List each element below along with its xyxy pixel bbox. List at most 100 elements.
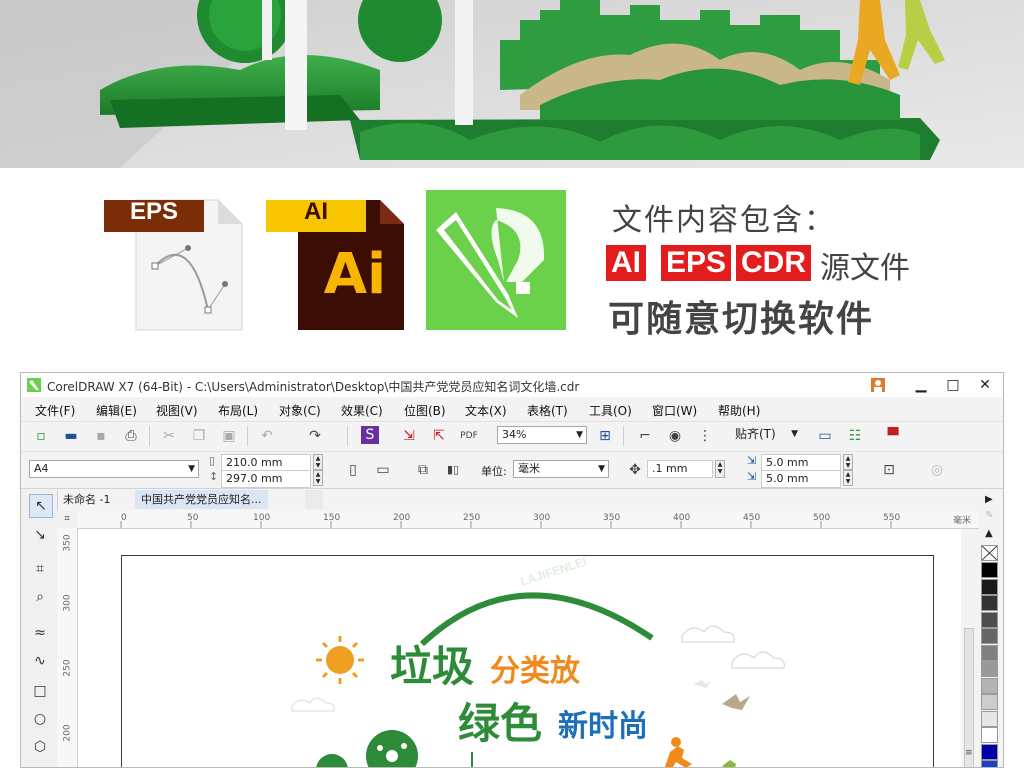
ellipse-tool-icon[interactable]: ○ (29, 708, 51, 730)
open-folder-icon[interactable]: ▬ (61, 426, 81, 446)
color-swatch[interactable] (981, 743, 998, 760)
quick-customize-icon[interactable]: ◎ (927, 460, 947, 480)
vertical-scrollbar[interactable]: ≡ (961, 628, 977, 767)
color-swatch[interactable] (981, 661, 998, 677)
ai-letters: Ai (323, 242, 387, 307)
close-button[interactable]: ✕ (971, 375, 999, 395)
freehand-tool-icon[interactable]: ≈ (29, 622, 51, 644)
color-swatch[interactable] (981, 644, 998, 661)
menu-help[interactable]: 帮助(H) (718, 402, 760, 419)
welcome-screen-icon[interactable]: ▭ (815, 426, 835, 446)
arc-text: LAJIFENLEI (519, 556, 589, 589)
color-swatch[interactable] (981, 628, 998, 644)
rectangle-tool-icon[interactable]: □ (29, 680, 51, 702)
publish-pdf-icon[interactable]: PDF (459, 426, 479, 446)
crop-tool-icon[interactable]: ⌗ (29, 558, 51, 580)
search-content-icon[interactable]: S (361, 426, 379, 444)
polygon-tool-icon[interactable]: ⬡ (29, 736, 51, 758)
copy-icon[interactable]: ❐ (189, 426, 209, 446)
tab-untitled[interactable]: 未命名 -1 (57, 490, 117, 509)
page-size-combo[interactable]: A4 ▼ (29, 460, 199, 478)
headline-line2-sub: 新时尚 (558, 709, 648, 744)
height-spinner[interactable]: ▲ ▼ (313, 470, 323, 486)
document-page[interactable]: LAJIFENLEI 垃圾 分类放 绿色 新时尚 (121, 554, 934, 767)
color-swatch[interactable] (981, 611, 998, 628)
runner-icon (665, 746, 692, 767)
portrait-icon[interactable]: ▯ (343, 460, 363, 480)
width-spinner[interactable]: ▲ ▼ (313, 454, 323, 470)
menu-layout[interactable]: 布局(L) (218, 402, 258, 419)
color-swatch[interactable] (981, 727, 998, 743)
print-icon[interactable]: ⎙ (121, 426, 141, 446)
save-icon[interactable]: ▪ (91, 426, 111, 446)
menu-view[interactable]: 视图(V) (156, 402, 198, 419)
docker-expand-icon[interactable]: ▶ (985, 494, 993, 505)
page-height-field[interactable]: 297.0 mm (221, 470, 311, 488)
snap-to-dropdown[interactable]: 贴齐(T) ▼ (731, 426, 801, 444)
paste-icon[interactable]: ▣ (219, 426, 239, 446)
export-icon[interactable]: ⇱ (429, 426, 449, 446)
color-swatch[interactable] (981, 595, 998, 611)
show-grid-icon[interactable]: ◉ (665, 426, 685, 446)
tab-new[interactable] (305, 490, 323, 509)
landscape-icon[interactable]: ▭ (373, 460, 393, 480)
options-icon[interactable]: ☷ (845, 426, 865, 446)
color-swatch[interactable] (981, 578, 998, 595)
menu-table[interactable]: 表格(T) (527, 402, 568, 419)
menu-tools[interactable]: 工具(O) (589, 402, 632, 419)
menu-file[interactable]: 文件(F) (35, 402, 75, 419)
menu-object[interactable]: 对象(C) (279, 402, 321, 419)
cut-icon[interactable]: ✂ (159, 426, 179, 446)
horizontal-ruler[interactable]: 0 50 100 150 200 250 300 350 400 450 500… (77, 511, 979, 529)
color-swatch[interactable] (981, 694, 998, 710)
coreldraw-icon (426, 190, 566, 330)
no-color-swatch[interactable] (981, 545, 998, 561)
color-swatch[interactable] (981, 677, 998, 694)
color-swatch[interactable] (981, 760, 998, 767)
duplicate-y-field[interactable]: 5.0 mm (761, 470, 841, 488)
menu-window[interactable]: 窗口(W) (652, 402, 697, 419)
artistic-media-icon[interactable]: ∿ (29, 650, 51, 672)
full-screen-icon[interactable]: ⊞ (595, 426, 615, 446)
scroll-lines-icon: ≡ (965, 748, 973, 758)
ai-tag: AI (304, 198, 328, 225)
current-page-icon[interactable]: ▮▯ (443, 460, 463, 480)
menu-effects[interactable]: 效果(C) (341, 402, 383, 419)
import-icon[interactable]: ⇲ (399, 426, 419, 446)
ruler-origin[interactable]: ⌗ (57, 511, 77, 528)
treat-as-filled-icon[interactable]: ⊡ (879, 460, 899, 480)
shape-tool-icon[interactable]: ↘ (29, 524, 51, 546)
menu-bitmap[interactable]: 位图(B) (404, 402, 446, 419)
undo-icon[interactable]: ↶ (257, 426, 277, 446)
tab-current-document[interactable]: 中国共产党党员应知名... (135, 490, 268, 509)
zoom-tool-icon[interactable]: ⌕ (29, 586, 51, 608)
all-pages-icon[interactable]: ⧉ (413, 460, 433, 480)
show-rulers-icon[interactable]: ⌐ (635, 426, 655, 446)
nudge-distance-field[interactable]: .1 mm (647, 460, 713, 478)
vertical-ruler[interactable]: 350 300 250 200 (57, 528, 78, 767)
cdr-badge: CDR (736, 245, 811, 281)
dup-y-spinner[interactable]: ▲ ▼ (843, 470, 853, 486)
maximize-button[interactable]: □ (939, 375, 967, 395)
dup-x-spinner[interactable]: ▲ ▼ (843, 454, 853, 470)
user-icon[interactable] (867, 375, 889, 395)
palette-scroll-up-icon[interactable]: ▲ (985, 528, 993, 539)
menu-text[interactable]: 文本(X) (465, 402, 507, 419)
sun-icon (316, 636, 364, 684)
menu-edit[interactable]: 编辑(E) (96, 402, 137, 419)
nudge-icon: ✥ (629, 462, 641, 478)
units-combo[interactable]: 毫米 ▼ (513, 460, 609, 478)
new-document-icon[interactable]: ▫ (31, 426, 51, 446)
minimize-button[interactable]: ▁ (907, 375, 935, 395)
color-swatch[interactable] (981, 710, 998, 727)
show-guidelines-icon[interactable]: ⋮ (695, 426, 715, 446)
headline-line1-main: 垃圾 (390, 642, 474, 691)
nudge-spinner[interactable]: ▲ ▼ (715, 460, 725, 478)
pick-tool-icon[interactable]: ↖ (29, 494, 53, 518)
color-swatch[interactable] (981, 562, 998, 578)
scroll-thumb[interactable] (964, 628, 974, 767)
eyedropper-icon[interactable]: ✎ (985, 510, 993, 521)
zoom-level-combo[interactable]: 34% ▼ (497, 426, 587, 444)
redo-icon[interactable]: ↷ (305, 426, 325, 446)
application-launcher-icon[interactable]: ▀ (883, 426, 903, 446)
